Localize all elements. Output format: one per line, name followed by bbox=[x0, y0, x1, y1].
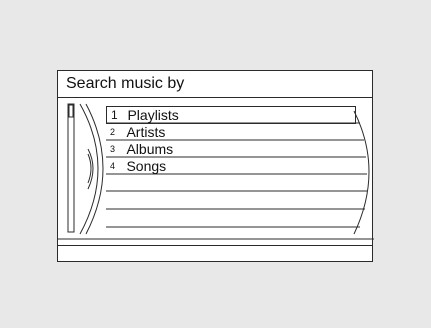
menu-item-label: Songs bbox=[126, 158, 167, 174]
menu-item-number: 1 bbox=[111, 108, 118, 122]
menu-frame-graphic bbox=[58, 103, 374, 240]
menu-item-label: Artists bbox=[126, 124, 166, 140]
scrollbar-track bbox=[67, 103, 75, 233]
menu-item-artists[interactable]: 2 Artists bbox=[110, 124, 165, 140]
menu-item-label: Albums bbox=[126, 141, 174, 157]
menu-item-songs[interactable]: 4 Songs bbox=[110, 158, 166, 174]
menu-item-number: 2 bbox=[110, 127, 116, 137]
menu-item-number: 4 bbox=[110, 161, 116, 171]
menu-item-number: 3 bbox=[110, 144, 116, 154]
scrollbar-thumb bbox=[68, 104, 74, 118]
menu-item-albums[interactable]: 3 Albums bbox=[110, 141, 173, 157]
menu-item-playlists[interactable]: 1 Playlists bbox=[106, 106, 356, 124]
screen-bottom-divider bbox=[58, 245, 372, 246]
menu-item-label: Playlists bbox=[127, 107, 179, 123]
right-bezel-curve bbox=[353, 110, 370, 235]
display-screen: Search music by 1 Playlists 2 Artists 3 … bbox=[57, 70, 374, 262]
left-bezel-curve-outer bbox=[79, 103, 99, 235]
disc-arc-inner bbox=[87, 153, 92, 184]
